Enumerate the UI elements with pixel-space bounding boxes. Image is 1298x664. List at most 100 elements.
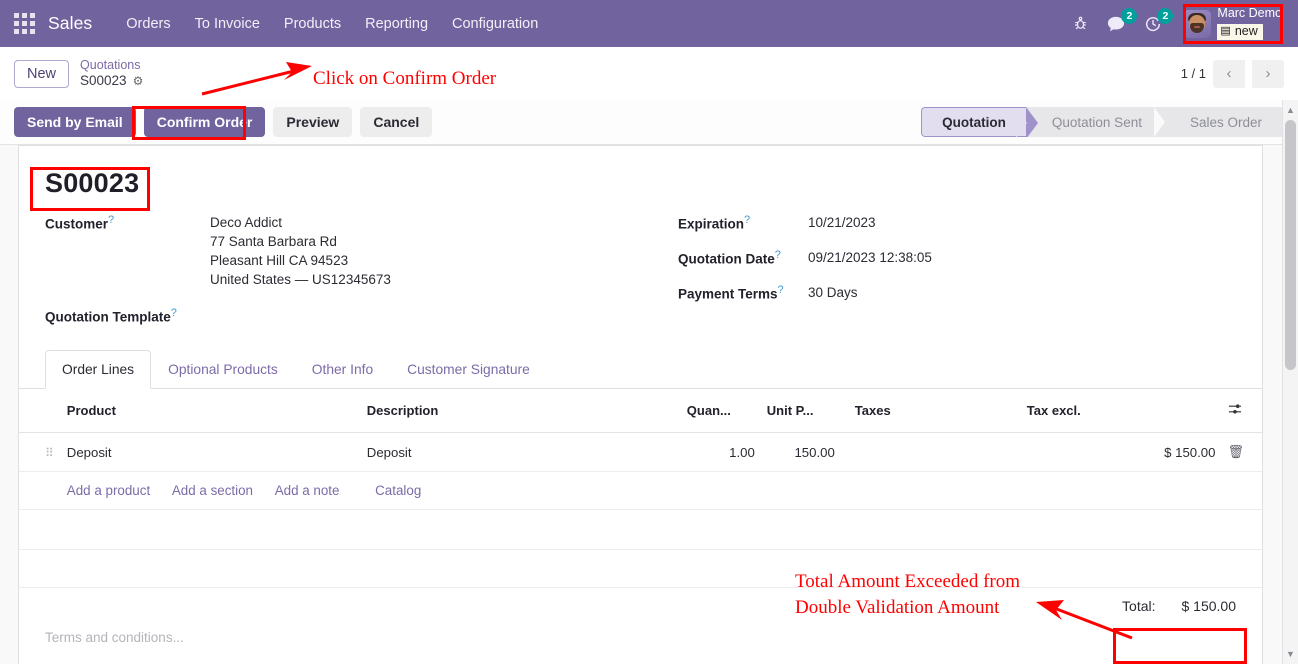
scroll-up-icon[interactable]: ▲ bbox=[1283, 102, 1298, 118]
status-sales-order[interactable]: Sales Order bbox=[1164, 107, 1284, 137]
expiration-value[interactable]: 10/21/2023 bbox=[808, 213, 876, 232]
payment-terms-value[interactable]: 30 Days bbox=[808, 283, 858, 302]
filler-row bbox=[19, 509, 1262, 551]
filler-row bbox=[19, 549, 1262, 589]
cell-subtotal: $ 150.00 bbox=[1020, 432, 1222, 473]
apps-grid-icon[interactable] bbox=[14, 12, 36, 35]
quotation-date-value[interactable]: 09/21/2023 12:38:05 bbox=[808, 248, 932, 267]
tab-customer-signature[interactable]: Customer Signature bbox=[390, 350, 547, 389]
user-menu[interactable]: Marc Demo ▤ new bbox=[1183, 6, 1282, 40]
customer-name[interactable]: Deco Addict bbox=[210, 213, 391, 232]
add-a-note-link[interactable]: Add a note bbox=[275, 483, 340, 498]
help-icon[interactable]: ? bbox=[171, 307, 177, 319]
order-lines-header: Product Description Quan... Unit P... Ta… bbox=[19, 389, 1262, 434]
drag-handle-icon[interactable]: ⠿ bbox=[19, 432, 61, 473]
help-icon[interactable]: ? bbox=[778, 284, 784, 296]
field-payment-terms: Payment Terms? 30 Days bbox=[678, 283, 1236, 302]
menu-reporting[interactable]: Reporting bbox=[353, 16, 440, 32]
database-icon: ▤ bbox=[1220, 24, 1231, 37]
col-description[interactable]: Description bbox=[360, 389, 681, 434]
cell-product[interactable]: Deposit bbox=[60, 432, 361, 473]
add-a-section-link[interactable]: Add a section bbox=[172, 483, 253, 498]
breadcrumb-parent-quotations[interactable]: Quotations bbox=[80, 58, 143, 73]
optional-columns-toggle[interactable] bbox=[1221, 389, 1262, 434]
control-panel-breadcrumb-row: New Quotations S00023 ⚙ 1 / 1 ‹ › bbox=[0, 47, 1298, 100]
bug-icon[interactable] bbox=[1073, 16, 1088, 31]
page-title: S00023 bbox=[45, 168, 140, 198]
add-lines-row: Add a product Add a section Add a note C… bbox=[19, 471, 1262, 511]
notebook: Order Lines Optional Products Other Info… bbox=[19, 350, 1262, 645]
expiration-label-text: Expiration bbox=[678, 216, 745, 232]
cell-quantity[interactable]: 1.00 bbox=[680, 432, 761, 473]
help-icon[interactable]: ? bbox=[108, 214, 114, 226]
add-row-spacer bbox=[19, 471, 61, 511]
menu-orders[interactable]: Orders bbox=[114, 16, 182, 32]
messages-icon[interactable]: 2 bbox=[1106, 7, 1138, 33]
catalog-link[interactable]: Catalog bbox=[375, 483, 421, 498]
send-by-email-button[interactable]: Send by Email bbox=[14, 107, 136, 137]
chevron-left-icon[interactable]: ‹ bbox=[1213, 59, 1245, 88]
pager: 1 / 1 ‹ › bbox=[1181, 59, 1284, 88]
tab-optional-products[interactable]: Optional Products bbox=[151, 350, 295, 389]
avatar bbox=[1183, 9, 1212, 38]
chevron-right-icon[interactable]: › bbox=[1252, 59, 1284, 88]
menu-products[interactable]: Products bbox=[272, 16, 353, 32]
form-fields: Customer? Deco Addict 77 Santa Barbara R… bbox=[19, 199, 1262, 340]
customer-address-line-2: Pleasant Hill CA 94523 bbox=[210, 253, 349, 269]
database-chip: ▤ new bbox=[1217, 24, 1263, 40]
col-quantity[interactable]: Quan... bbox=[680, 389, 761, 434]
totals-section: Total: $ 150.00 bbox=[19, 588, 1262, 614]
help-icon[interactable]: ? bbox=[744, 214, 750, 226]
activities-badge: 2 bbox=[1157, 7, 1174, 24]
annotation-text-exceeded-line2: Double Validation Amount bbox=[795, 597, 1000, 618]
database-name: new bbox=[1234, 24, 1258, 39]
customer-label-text: Customer bbox=[45, 216, 109, 232]
help-icon[interactable]: ? bbox=[775, 249, 781, 261]
delete-line-button[interactable]: 🗑 bbox=[1221, 432, 1262, 473]
customer-value: Deco Addict 77 Santa Barbara Rd Pleasant… bbox=[210, 213, 391, 290]
total-label: Total: bbox=[1122, 598, 1156, 615]
customer-address-line-1: 77 Santa Barbara Rd bbox=[210, 234, 337, 250]
col-tax-excluded[interactable]: Tax excl. bbox=[1020, 389, 1222, 434]
app-brand-sales[interactable]: Sales bbox=[48, 13, 92, 34]
status-bar: Quotation Quotation Sent Sales Order bbox=[921, 107, 1284, 137]
activities-clock-icon[interactable]: 2 bbox=[1144, 7, 1174, 33]
gear-icon[interactable]: ⚙ bbox=[133, 74, 144, 88]
terms-and-conditions-input[interactable]: Terms and conditions... bbox=[19, 614, 1262, 645]
user-name: Marc Demo bbox=[1217, 6, 1282, 21]
title-block: S00023 bbox=[19, 146, 1262, 199]
cancel-button[interactable]: Cancel bbox=[360, 107, 433, 137]
form-column-left: Customer? Deco Addict 77 Santa Barbara R… bbox=[45, 213, 660, 340]
status-quotation-sent[interactable]: Quotation Sent bbox=[1026, 107, 1166, 137]
add-a-product-link[interactable]: Add a product bbox=[67, 483, 150, 498]
confirm-order-button[interactable]: Confirm Order bbox=[143, 107, 266, 137]
cell-taxes[interactable] bbox=[840, 432, 1021, 473]
sliders-icon[interactable] bbox=[1227, 404, 1242, 419]
tab-order-lines[interactable]: Order Lines bbox=[45, 350, 152, 390]
total-value: $ 150.00 bbox=[1181, 598, 1237, 615]
cell-description[interactable]: Deposit bbox=[360, 432, 681, 473]
menu-configuration[interactable]: Configuration bbox=[440, 16, 550, 32]
status-quotation[interactable]: Quotation bbox=[921, 107, 1038, 137]
preview-button[interactable]: Preview bbox=[273, 107, 353, 137]
scroll-down-icon[interactable]: ▼ bbox=[1283, 646, 1298, 662]
payment-terms-label-text: Payment Terms bbox=[678, 286, 778, 302]
total-line: Total: $ 150.00 bbox=[1122, 598, 1236, 614]
cell-unit-price[interactable]: 150.00 bbox=[760, 432, 841, 473]
table-row[interactable]: ⠿ Deposit Deposit 1.00 150.00 $ 150.00 🗑 bbox=[19, 432, 1262, 473]
col-taxes[interactable]: Taxes bbox=[840, 389, 1021, 434]
top-navbar: Sales Orders To Invoice Products Reporti… bbox=[0, 0, 1298, 47]
navbar-right-tools: 2 2 Marc Demo ▤ new bbox=[1064, 0, 1298, 47]
menu-to-invoice[interactable]: To Invoice bbox=[183, 16, 272, 32]
breadcrumb: Quotations S00023 ⚙ bbox=[80, 58, 143, 88]
trash-icon[interactable]: 🗑 bbox=[1227, 444, 1244, 459]
col-unit-price[interactable]: Unit P... bbox=[760, 389, 841, 434]
col-product[interactable]: Product bbox=[60, 389, 361, 434]
scrollbar-thumb[interactable] bbox=[1285, 120, 1296, 370]
form-sheet-area: S00023 Customer? Deco Addict 77 Santa Ba… bbox=[0, 145, 1298, 664]
order-lines-body: ⠿ Deposit Deposit 1.00 150.00 $ 150.00 🗑 bbox=[19, 432, 1262, 589]
vertical-scrollbar[interactable]: ▲ ▼ bbox=[1282, 100, 1298, 664]
messages-badge: 2 bbox=[1121, 7, 1138, 24]
tab-other-info[interactable]: Other Info bbox=[295, 350, 390, 389]
new-button[interactable]: New bbox=[14, 59, 70, 88]
